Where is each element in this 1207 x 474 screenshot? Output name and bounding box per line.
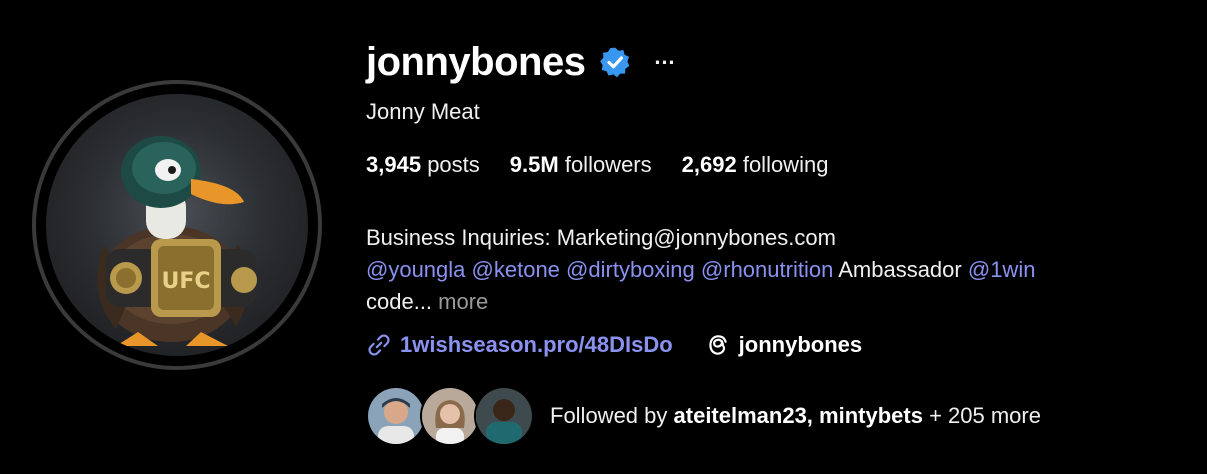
username-row: jonnybones … <box>366 38 676 86</box>
full-name: Jonny Meat <box>366 99 480 124</box>
bio-more-link[interactable]: more <box>438 289 488 314</box>
follower-avatar-1[interactable] <box>366 386 426 446</box>
follower-avatar-2[interactable] <box>420 386 480 446</box>
mention-ketone[interactable]: @ketone <box>472 257 560 282</box>
posts-count: 3,945 <box>366 152 422 177</box>
followed-by-suffix: + 205 more <box>929 403 1041 428</box>
followers-count: 9.5M <box>509 152 559 177</box>
following-label: following <box>742 152 829 177</box>
mention-dirtyboxing[interactable]: @dirtyboxing <box>566 257 695 282</box>
ambassador-text: Ambassador <box>838 257 962 282</box>
external-link[interactable]: 1wishseason.pro/48DIsDo <box>366 332 673 358</box>
external-link-text: 1wishseason.pro/48DIsDo <box>400 332 673 357</box>
profile-bio: Business Inquiries: Marketing@jonnybones… <box>366 222 1186 318</box>
followed-by-prefix: Followed by <box>550 403 668 428</box>
bio-line-mentions: @youngla @ketone @dirtyboxing @rhonutrit… <box>366 254 1186 286</box>
posts-label: posts <box>427 152 480 177</box>
more-options-icon[interactable]: … <box>653 46 676 68</box>
threads-link[interactable]: jonnybones <box>705 332 862 358</box>
profile-avatar[interactable]: UFC <box>46 94 308 356</box>
mention-1win[interactable]: @1win <box>968 257 1036 282</box>
follower-avatars <box>366 386 534 446</box>
followers-label: followers <box>564 152 652 177</box>
profile-stats: 3,945 posts 9.5M followers 2,692 followi… <box>366 152 858 178</box>
bio-line-business: Business Inquiries: Marketing@jonnybones… <box>366 225 836 250</box>
mention-rhonutrition[interactable]: @rhonutrition <box>701 257 833 282</box>
threads-handle: jonnybones <box>738 332 863 357</box>
followers-stat[interactable]: 9.5M followers <box>510 152 652 178</box>
link-icon <box>368 334 390 356</box>
threads-icon <box>708 335 727 355</box>
following-stat[interactable]: 2,692 following <box>682 152 829 178</box>
following-count: 2,692 <box>681 152 737 177</box>
followed-by-users[interactable]: ateitelman23, mintybets <box>674 403 923 428</box>
posts-stat[interactable]: 3,945 posts <box>366 152 480 178</box>
duck-champion-illustration: UFC <box>97 136 257 346</box>
mention-youngla[interactable]: @youngla <box>366 257 465 282</box>
svg-text:UFC: UFC <box>161 269 210 294</box>
follower-avatar-3[interactable] <box>474 386 534 446</box>
links-row: 1wishseason.pro/48DIsDo jonnybones <box>366 332 862 358</box>
bio-code-text: code... <box>366 289 433 314</box>
bio-line-code: code... more <box>366 286 1186 318</box>
followed-by-row[interactable]: Followed by ateitelman23, mintybets + 20… <box>366 386 1041 446</box>
profile-avatar-ring[interactable]: UFC <box>32 80 322 370</box>
followed-by-text: Followed by ateitelman23, mintybets + 20… <box>550 403 1041 429</box>
verified-badge-icon <box>599 46 631 78</box>
username: jonnybones <box>366 39 586 84</box>
